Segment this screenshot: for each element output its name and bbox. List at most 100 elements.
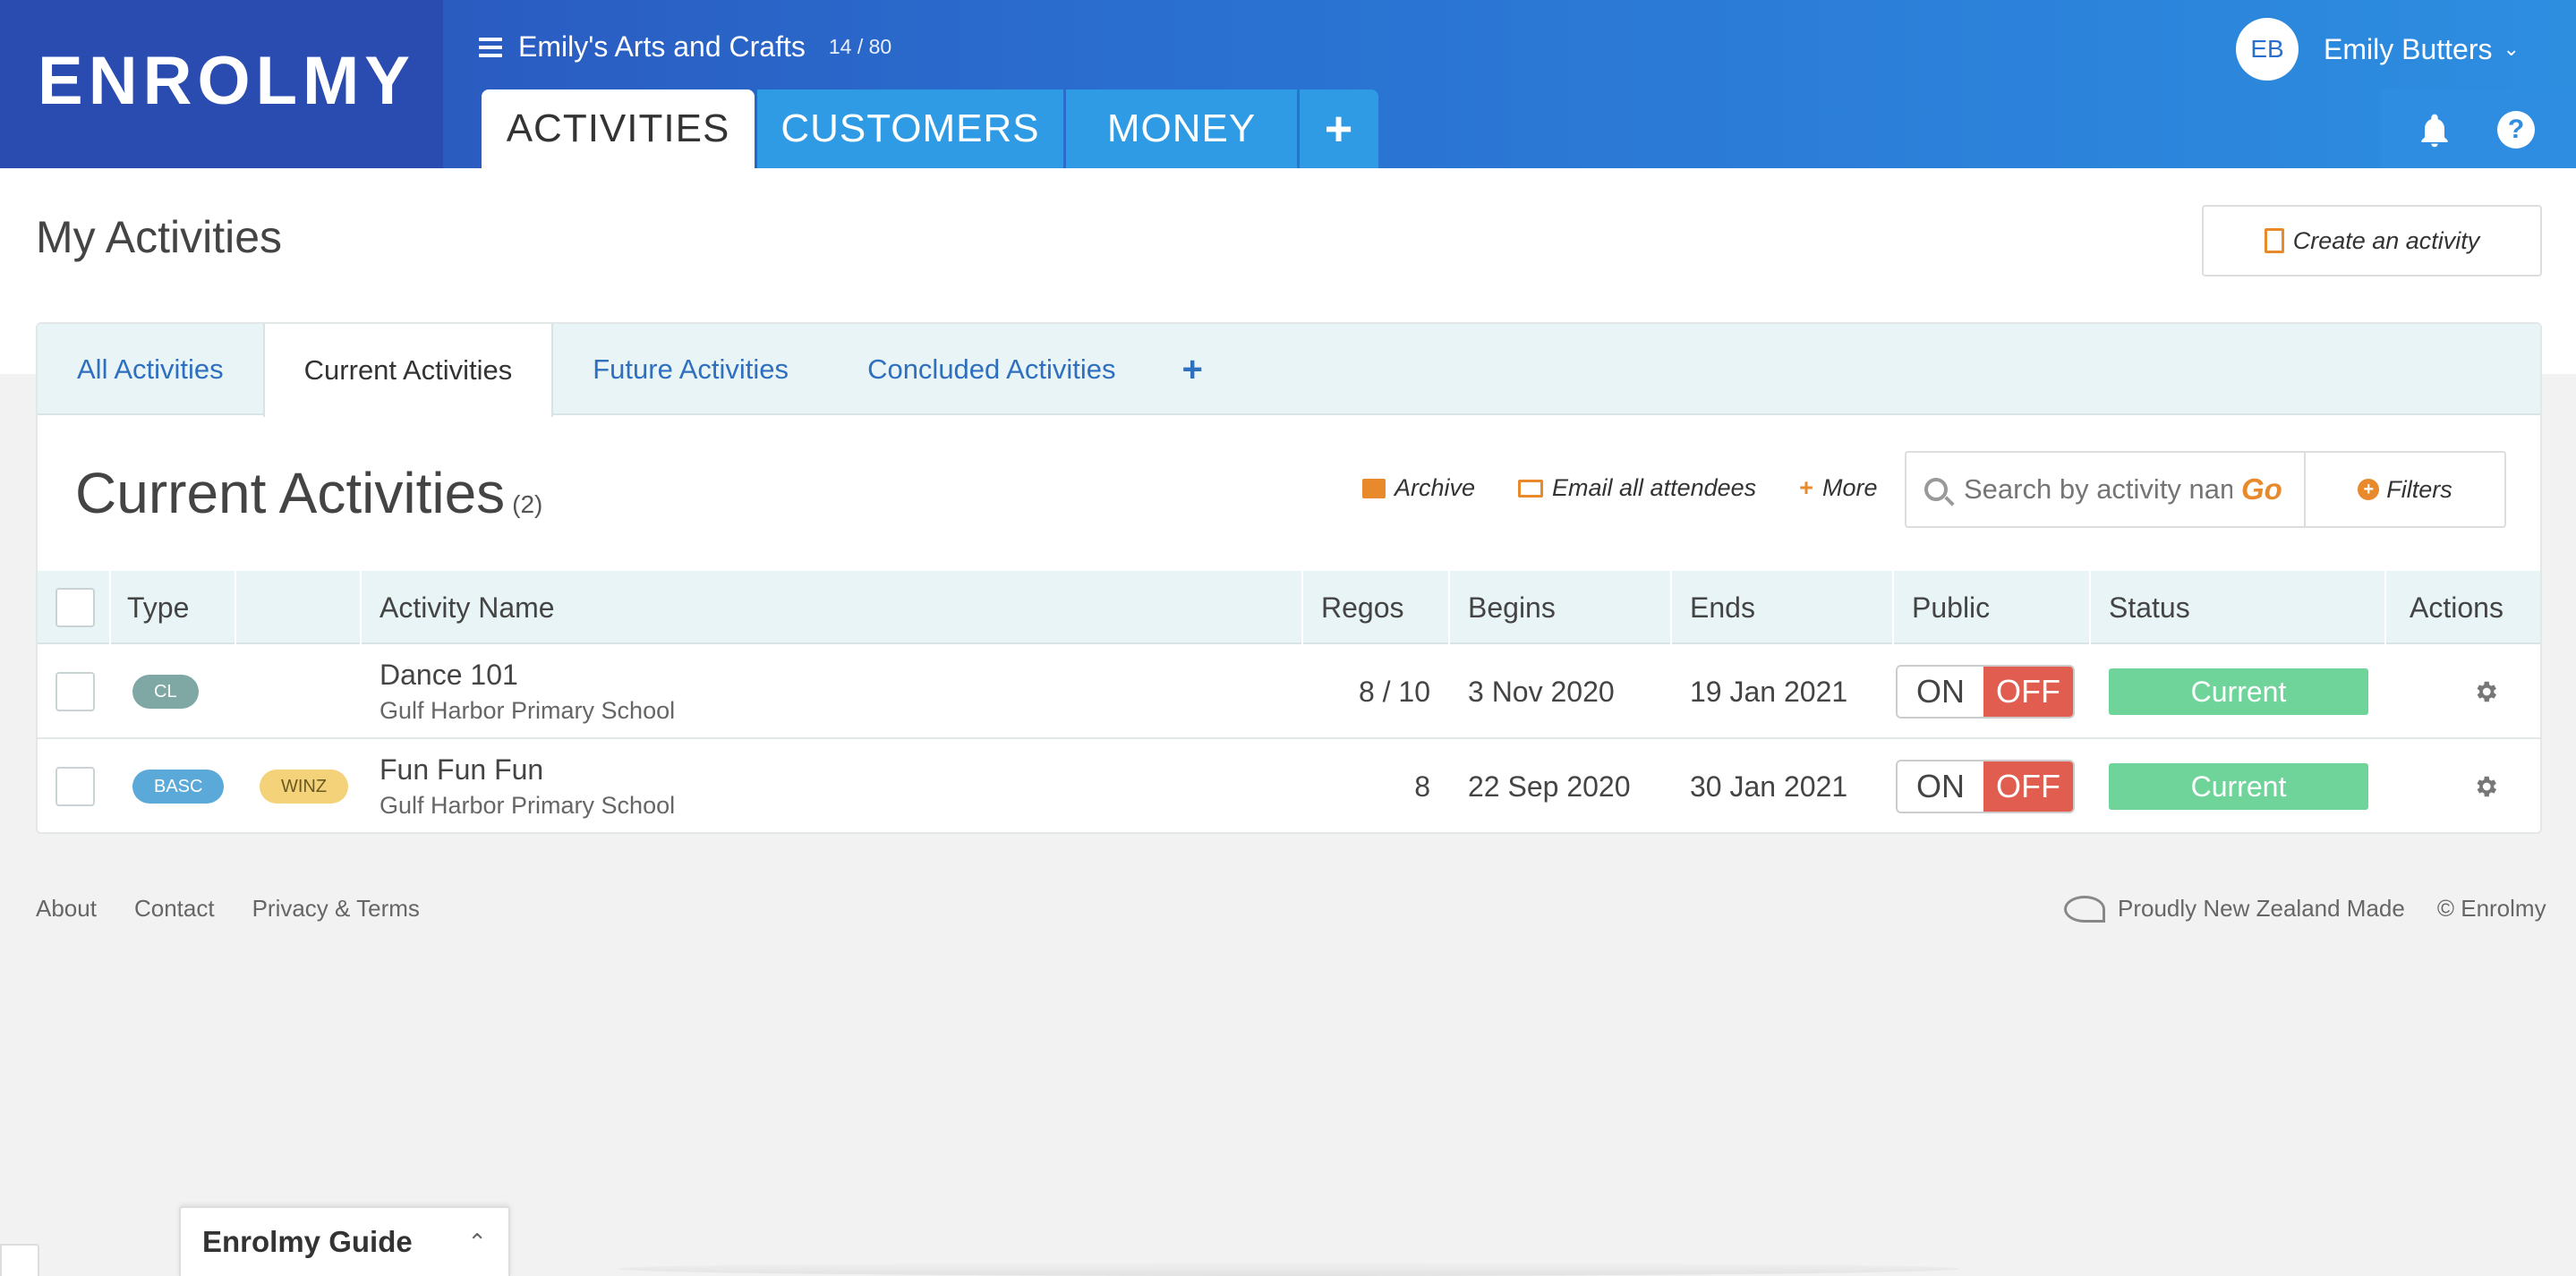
ends-value: 19 Jan 2021 — [1690, 675, 1848, 708]
section-title-text: Current Activities — [75, 461, 506, 525]
copyright: © Enrolmy — [2436, 895, 2546, 922]
subtab-concluded[interactable]: Concluded Activities — [828, 324, 1155, 415]
org-count: 14 / 80 — [828, 35, 892, 58]
row-checkbox[interactable] — [55, 767, 95, 806]
type-badge: CL — [132, 675, 199, 709]
col-public[interactable]: Public — [1912, 571, 1990, 644]
chevron-down-icon[interactable]: ⌄ — [2503, 38, 2519, 61]
section-title: Current Activities (2) — [75, 460, 542, 526]
subtab-future[interactable]: Future Activities — [553, 324, 828, 415]
chevron-up-icon[interactable]: ⌃ — [467, 1229, 487, 1256]
activity-name-link[interactable]: Dance 101 — [380, 659, 518, 692]
header-icons: ? — [2381, 89, 2576, 168]
status-badge: Current — [2109, 668, 2368, 715]
section-count: (2) — [512, 490, 543, 518]
org-name[interactable]: Emily's Arts and Crafts — [518, 30, 806, 64]
gear-icon[interactable] — [2472, 773, 2499, 800]
col-type[interactable]: Type — [127, 571, 189, 644]
search-input[interactable] — [1964, 473, 2232, 506]
footer-link-contact[interactable]: Contact — [134, 895, 215, 923]
plus-circle-icon: + — [2358, 479, 2380, 500]
select-all-cell — [55, 571, 95, 644]
add-subtab-button[interactable]: + — [1156, 324, 1230, 415]
side-tab-stub[interactable] — [0, 1244, 39, 1276]
main-nav: ACTIVITIES CUSTOMERS MONEY + — [482, 89, 1381, 168]
fern-icon — [2064, 895, 2105, 923]
activity-name-link[interactable]: Fun Fun Fun — [380, 753, 543, 787]
plus-icon: + — [1799, 474, 1813, 501]
toggle-off[interactable]: OFF — [1983, 667, 2073, 717]
avatar[interactable]: EB — [2236, 18, 2299, 81]
public-toggle[interactable]: ON OFF — [1896, 665, 2075, 719]
begins-value: 3 Nov 2020 — [1468, 675, 1615, 708]
user-menu[interactable]: EB Emily Butters ⌄ — [2236, 18, 2520, 81]
list-toolbar: Archive Email all attendees + More — [1362, 474, 1877, 502]
create-activity-label: Create an activity — [2292, 226, 2480, 254]
user-name[interactable]: Emily Butters — [2324, 33, 2492, 66]
activity-location: Gulf Harbor Primary School — [380, 792, 676, 819]
tag-badge: WINZ — [260, 770, 349, 804]
enrolmy-logo[interactable]: ENROLMY — [38, 47, 415, 115]
col-actions: Actions — [2410, 591, 2503, 624]
document-icon — [2264, 228, 2284, 253]
select-all-checkbox[interactable] — [55, 588, 95, 627]
help-icon[interactable]: ? — [2497, 111, 2535, 149]
footer-right: Proudly New Zealand Made © Enrolmy — [2064, 895, 2546, 923]
search-icon — [1924, 478, 1948, 501]
guide-title: Enrolmy Guide — [202, 1225, 413, 1258]
more-label: More — [1821, 474, 1878, 501]
row-checkbox[interactable] — [55, 672, 95, 711]
bell-icon[interactable] — [2415, 111, 2454, 150]
toggle-off[interactable]: OFF — [1983, 761, 2073, 812]
archive-button[interactable]: Archive — [1362, 474, 1475, 502]
regos-value: 8 / 10 — [1358, 675, 1430, 708]
tab-activities[interactable]: ACTIVITIES — [482, 89, 755, 168]
nz-made-text: Proudly New Zealand Made — [2118, 895, 2405, 922]
ends-value: 30 Jan 2021 — [1690, 770, 1848, 803]
footer-link-about[interactable]: About — [36, 895, 97, 923]
subtab-current[interactable]: Current Activities — [262, 324, 554, 417]
nz-made: Proudly New Zealand Made — [2064, 895, 2405, 923]
search-go-button[interactable]: Go — [2241, 472, 2282, 506]
footer-link-privacy[interactable]: Privacy & Terms — [252, 895, 420, 923]
tab-money[interactable]: MONEY — [1066, 89, 1297, 168]
activity-location: Gulf Harbor Primary School — [380, 697, 676, 724]
filters-label: Filters — [2386, 475, 2452, 503]
email-all-label: Email all attendees — [1552, 474, 1757, 501]
more-button[interactable]: + More — [1799, 474, 1877, 502]
col-begins[interactable]: Begins — [1468, 571, 1556, 644]
email-all-button[interactable]: Email all attendees — [1518, 474, 1756, 502]
col-regos[interactable]: Regos — [1321, 571, 1404, 644]
status-badge: Current — [2109, 763, 2368, 810]
public-toggle[interactable]: ON OFF — [1896, 760, 2075, 813]
table-row[interactable]: CL Dance 101 Gulf Harbor Primary School … — [38, 644, 2540, 739]
create-activity-button[interactable]: Create an activity — [2202, 205, 2542, 276]
subtab-all[interactable]: All Activities — [38, 324, 263, 415]
col-activity-name[interactable]: Activity Name — [380, 571, 555, 644]
toggle-on[interactable]: ON — [1898, 667, 1983, 717]
toggle-on[interactable]: ON — [1898, 761, 1983, 812]
regos-value: 8 — [1414, 770, 1430, 803]
type-badge: BASC — [132, 770, 225, 804]
logo-area: ENROLMY — [0, 0, 443, 168]
bottom-shadow — [618, 1262, 1960, 1276]
org-switcher[interactable]: Emily's Arts and Crafts 14 / 80 — [479, 30, 891, 64]
activity-subtabs: All Activities Current Activities Future… — [38, 324, 2540, 417]
archive-label: Archive — [1395, 474, 1476, 501]
add-tab-button[interactable]: + — [1300, 89, 1378, 168]
envelope-icon — [1518, 479, 1544, 498]
filters-button[interactable]: + Filters — [2304, 451, 2506, 528]
col-status[interactable]: Status — [2109, 571, 2190, 644]
table-row[interactable]: BASC WINZ Fun Fun Fun Gulf Harbor Primar… — [38, 739, 2540, 832]
page-title: My Activities — [36, 212, 283, 262]
archive-icon — [1362, 478, 1386, 498]
search-box: Go — [1905, 451, 2306, 528]
col-ends[interactable]: Ends — [1690, 571, 1755, 644]
table-header: Type Activity Name Regos Begins Ends Pub… — [38, 571, 2540, 644]
begins-value: 22 Sep 2020 — [1468, 770, 1631, 803]
menu-icon[interactable] — [479, 37, 502, 57]
top-header: ENROLMY Emily's Arts and Crafts 14 / 80 … — [0, 0, 2576, 168]
enrolmy-guide-widget[interactable]: Enrolmy Guide ⌃ — [179, 1206, 510, 1276]
gear-icon[interactable] — [2472, 678, 2499, 705]
tab-customers[interactable]: CUSTOMERS — [757, 89, 1063, 168]
